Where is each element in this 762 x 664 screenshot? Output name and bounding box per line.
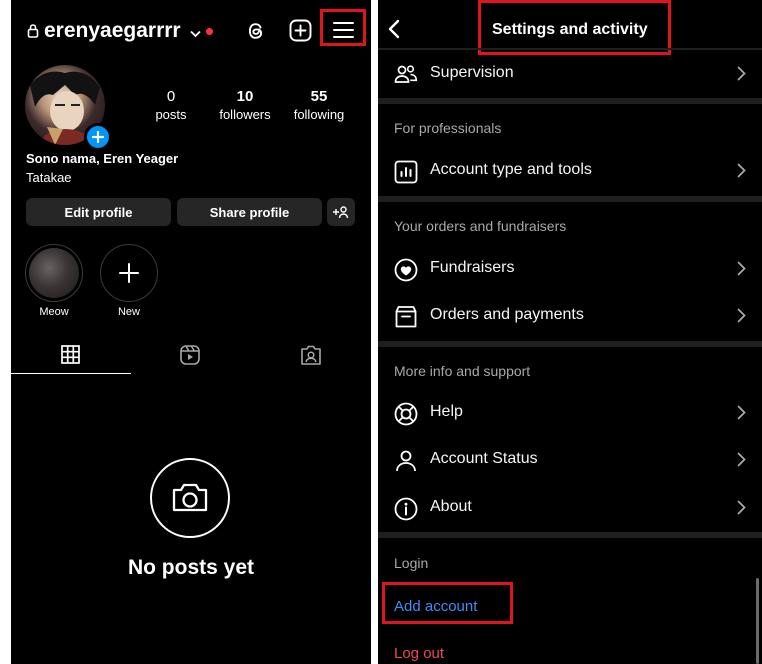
chevron-right-icon [737, 261, 746, 281]
following-label: following [293, 107, 345, 122]
menu-highlight-box [320, 9, 366, 46]
posts-label: posts [155, 107, 187, 122]
followers-count: 10 [236, 88, 254, 105]
add-person-icon [333, 206, 349, 219]
section-divider [378, 98, 762, 104]
chevron-right-icon [737, 163, 746, 183]
following-stat[interactable]: 55 following [284, 88, 354, 122]
supervision-icon [393, 62, 419, 88]
person-icon [393, 448, 419, 474]
following-count: 55 [310, 88, 328, 105]
followers-label: followers [219, 107, 271, 122]
posts-stat[interactable]: 0 posts [136, 88, 206, 122]
section-divider [378, 341, 762, 347]
section-header-login: Login [394, 555, 429, 571]
active-tab-indicator [11, 373, 131, 374]
title-highlight-box [478, 0, 671, 55]
bar-chart-icon [393, 159, 419, 185]
highlight-new[interactable] [100, 244, 158, 302]
back-icon[interactable] [388, 19, 400, 44]
followers-stat[interactable]: 10 followers [210, 88, 280, 122]
grid-icon[interactable] [61, 345, 80, 369]
chevron-down-icon[interactable] [190, 25, 201, 43]
chevron-right-icon [737, 66, 746, 86]
discover-people-button[interactable] [327, 198, 355, 226]
chevron-right-icon [737, 405, 746, 425]
section-divider [378, 532, 762, 538]
create-post-icon[interactable] [289, 19, 312, 47]
settings-item-label: Account type and tools [430, 161, 592, 178]
settings-item-account-status[interactable]: Account Status [378, 437, 762, 484]
lock-icon [27, 23, 39, 43]
empty-state-title: No posts yet [127, 556, 255, 579]
settings-item-about[interactable]: About [378, 485, 762, 532]
section-header-professionals: For professionals [394, 120, 502, 136]
chevron-right-icon [737, 308, 746, 328]
fundraiser-icon [393, 257, 419, 283]
add-story-icon[interactable] [84, 123, 112, 151]
section-divider [378, 196, 762, 202]
settings-screen: Settings and activity Supervision For pr… [378, 0, 762, 664]
settings-item-help[interactable]: Help [378, 390, 762, 437]
settings-item-label: About [430, 498, 472, 515]
username[interactable]: erenyaegarrrr [44, 19, 181, 43]
camera-icon [150, 458, 230, 538]
share-profile-button[interactable]: Share profile [177, 198, 322, 226]
section-header-orders: Your orders and fundraisers [394, 218, 567, 234]
highlight-meow-label: Meow [39, 306, 69, 318]
highlight-meow[interactable] [25, 244, 83, 302]
highlight-new-label: New [117, 306, 140, 318]
bio-name: Sono nama, Eren Yeager [26, 151, 179, 166]
lifebuoy-icon [393, 401, 419, 427]
threads-icon[interactable] [245, 20, 267, 47]
bio-text: Tatakae [26, 170, 72, 185]
profile-screen: erenyaegarrrr 0 posts 10 followers 55 fo [11, 0, 371, 664]
settings-item-label: Fundraisers [430, 259, 515, 276]
add-account-highlight-box [382, 582, 513, 624]
notification-dot [206, 28, 213, 35]
settings-item-account-type[interactable]: Account type and tools [378, 148, 762, 195]
log-out-link[interactable]: Log out [394, 645, 444, 662]
settings-item-supervision[interactable]: Supervision [378, 51, 762, 98]
settings-item-label: Orders and payments [430, 306, 584, 323]
reels-icon[interactable] [180, 345, 200, 370]
orders-icon [393, 304, 419, 330]
settings-item-fundraisers[interactable]: Fundraisers [378, 246, 762, 293]
tagged-icon[interactable] [301, 345, 321, 370]
settings-item-label: Supervision [430, 64, 514, 81]
section-header-support: More info and support [394, 363, 531, 379]
chevron-right-icon [737, 500, 746, 520]
plus-icon [119, 263, 139, 283]
divider [378, 48, 762, 50]
scrollbar[interactable] [756, 578, 759, 664]
settings-item-orders[interactable]: Orders and payments [378, 293, 762, 340]
info-icon [393, 496, 419, 522]
chevron-right-icon [737, 452, 746, 472]
settings-item-label: Help [430, 403, 463, 420]
settings-item-label: Account Status [430, 450, 538, 467]
edit-profile-button[interactable]: Edit profile [26, 198, 171, 226]
posts-count: 0 [166, 88, 176, 105]
